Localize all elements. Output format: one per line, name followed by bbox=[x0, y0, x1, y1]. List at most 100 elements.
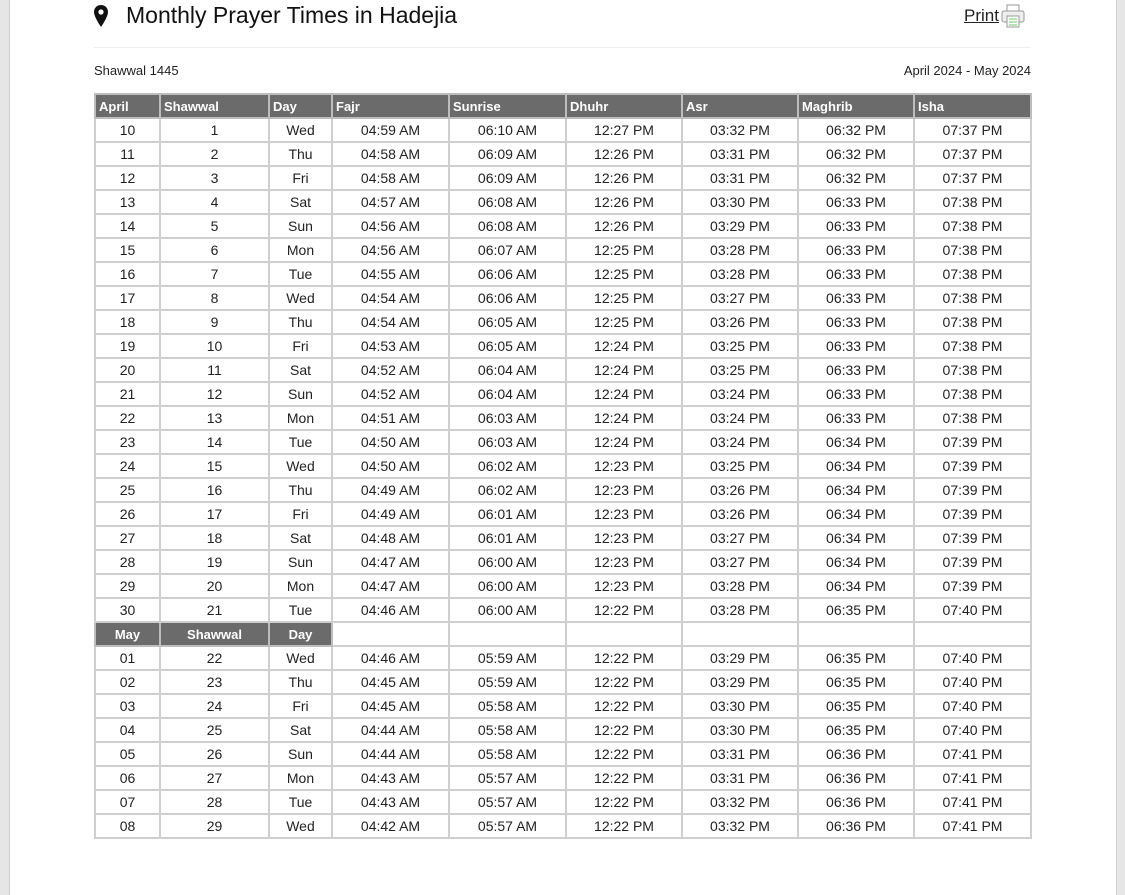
table-cell: 04:48 AM bbox=[331, 525, 450, 551]
table-cell: 07:39 PM bbox=[913, 501, 1032, 527]
table-row: 06 27 Mon 04:43 AM 05:57 AM 12:22 PM 03:31 PM 0… bbox=[94, 765, 1032, 791]
table-cell: 12:23 PM bbox=[565, 501, 683, 527]
table-cell: 8 bbox=[159, 285, 270, 311]
table-cell: Mon bbox=[268, 573, 333, 599]
table-cell: 07:39 PM bbox=[913, 573, 1032, 599]
table-row: 23 14 Tue 04:50 AM 06:03 AM 12:24 PM 03:24 PM 0… bbox=[94, 429, 1032, 455]
table-cell: 7 bbox=[159, 261, 270, 287]
table-cell: 23 bbox=[159, 669, 270, 695]
table-row: 19 10 Fri 04:53 AM 06:05 AM 12:24 PM 03:25 PM 0… bbox=[94, 333, 1032, 359]
table-cell: 15 bbox=[159, 453, 270, 479]
table-cell: 14 bbox=[159, 429, 270, 455]
table-cell: 22 bbox=[159, 645, 270, 671]
column-header: Day bbox=[268, 621, 333, 647]
table-cell: 13 bbox=[159, 405, 270, 431]
table-cell: 11 bbox=[94, 141, 161, 167]
table-cell: 06:35 PM bbox=[797, 645, 915, 671]
table-cell: 5 bbox=[159, 213, 270, 239]
table-cell: 06:36 PM bbox=[797, 741, 915, 767]
table-cell: 04:47 AM bbox=[331, 573, 450, 599]
table-cell: 4 bbox=[159, 189, 270, 215]
table-cell: 03:28 PM bbox=[681, 261, 799, 287]
table-cell: 3 bbox=[159, 165, 270, 191]
table-cell: 28 bbox=[94, 549, 161, 575]
table-cell: 12:22 PM bbox=[565, 813, 683, 839]
table-row: 01 22 Wed 04:46 AM 05:59 AM 12:22 PM 03:29 PM 0… bbox=[94, 645, 1032, 671]
table-cell: 18 bbox=[94, 309, 161, 335]
table-cell: 03:24 PM bbox=[681, 405, 799, 431]
table-cell: 06:36 PM bbox=[797, 765, 915, 791]
table-cell: 12:26 PM bbox=[565, 141, 683, 167]
table-cell: 04:56 AM bbox=[331, 237, 450, 263]
table-cell: Sun bbox=[268, 381, 333, 407]
table-cell: Fri bbox=[268, 165, 333, 191]
table-cell: 06:35 PM bbox=[797, 693, 915, 719]
column-header: Day bbox=[268, 93, 333, 119]
table-cell: 07:37 PM bbox=[913, 165, 1032, 191]
gregorian-range: April 2024 - May 2024 bbox=[903, 63, 1031, 78]
table-cell: 07:38 PM bbox=[913, 213, 1032, 239]
table-cell: 01 bbox=[94, 645, 161, 671]
table-row: 21 12 Sun 04:52 AM 06:04 AM 12:24 PM 03:24 PM 0… bbox=[94, 381, 1032, 407]
table-cell: Mon bbox=[268, 237, 333, 263]
table-cell: 06:04 AM bbox=[448, 357, 567, 383]
empty-cell bbox=[565, 621, 683, 647]
table-cell: 05:57 AM bbox=[448, 765, 567, 791]
map-pin-icon bbox=[94, 4, 108, 27]
column-header: Maghrib bbox=[797, 93, 915, 119]
table-cell: 07:38 PM bbox=[913, 405, 1032, 431]
column-header: Sunrise bbox=[448, 93, 567, 119]
table-cell: 06:05 AM bbox=[448, 333, 567, 359]
table-row: 16 7 Tue 04:55 AM 06:06 AM 12:25 PM 03:28 PM 06… bbox=[94, 261, 1032, 287]
table-cell: 20 bbox=[94, 357, 161, 383]
table-cell: 12:25 PM bbox=[565, 285, 683, 311]
table-cell: 03 bbox=[94, 693, 161, 719]
table-cell: 12:22 PM bbox=[565, 693, 683, 719]
table-cell: 07:38 PM bbox=[913, 357, 1032, 383]
table-cell: Mon bbox=[268, 405, 333, 431]
table-cell: Wed bbox=[268, 645, 333, 671]
table-cell: 1 bbox=[159, 117, 270, 143]
table-cell: 12:24 PM bbox=[565, 429, 683, 455]
table-row: 30 21 Tue 04:46 AM 06:00 AM 12:22 PM 03:28 PM 0… bbox=[94, 597, 1032, 623]
column-header: Isha bbox=[913, 93, 1032, 119]
table-cell: 05:57 AM bbox=[448, 813, 567, 839]
table-row: 25 16 Thu 04:49 AM 06:02 AM 12:23 PM 03:26 PM 0… bbox=[94, 477, 1032, 503]
table-cell: 06:32 PM bbox=[797, 141, 915, 167]
table-cell: Thu bbox=[268, 669, 333, 695]
table-cell: 03:28 PM bbox=[681, 597, 799, 623]
table-cell: 06:05 AM bbox=[448, 309, 567, 335]
table-cell: 06:01 AM bbox=[448, 525, 567, 551]
table-cell: 03:29 PM bbox=[681, 645, 799, 671]
table-row: 07 28 Tue 04:43 AM 05:57 AM 12:22 PM 03:32 PM 0… bbox=[94, 789, 1032, 815]
table-cell: Sat bbox=[268, 717, 333, 743]
table-cell: 19 bbox=[159, 549, 270, 575]
table-cell: 04:58 AM bbox=[331, 141, 450, 167]
table-cell: 06:33 PM bbox=[797, 309, 915, 335]
table-cell: 19 bbox=[94, 333, 161, 359]
table-cell: 07 bbox=[94, 789, 161, 815]
table-cell: 06:33 PM bbox=[797, 237, 915, 263]
table-cell: 12 bbox=[94, 165, 161, 191]
table-cell: 03:31 PM bbox=[681, 141, 799, 167]
table-cell: 03:27 PM bbox=[681, 525, 799, 551]
table-cell: 12 bbox=[159, 381, 270, 407]
print-button[interactable]: Print bbox=[964, 4, 1025, 28]
table-cell: 06:06 AM bbox=[448, 261, 567, 287]
table-cell: 26 bbox=[94, 501, 161, 527]
table-cell: Mon bbox=[268, 765, 333, 791]
table-cell: Fri bbox=[268, 501, 333, 527]
table-cell: 04:44 AM bbox=[331, 717, 450, 743]
table-cell: 04:54 AM bbox=[331, 285, 450, 311]
table-cell: 04:51 AM bbox=[331, 405, 450, 431]
empty-cell bbox=[913, 621, 1032, 647]
table-cell: 03:26 PM bbox=[681, 309, 799, 335]
table-cell: 25 bbox=[94, 477, 161, 503]
column-header: April bbox=[94, 93, 161, 119]
table-cell: 05 bbox=[94, 741, 161, 767]
table-cell: 11 bbox=[159, 357, 270, 383]
table-cell: 07:39 PM bbox=[913, 549, 1032, 575]
table-row: 08 29 Wed 04:42 AM 05:57 AM 12:22 PM 03:32 PM 0… bbox=[94, 813, 1032, 839]
table-cell: 08 bbox=[94, 813, 161, 839]
table-cell: 18 bbox=[159, 525, 270, 551]
